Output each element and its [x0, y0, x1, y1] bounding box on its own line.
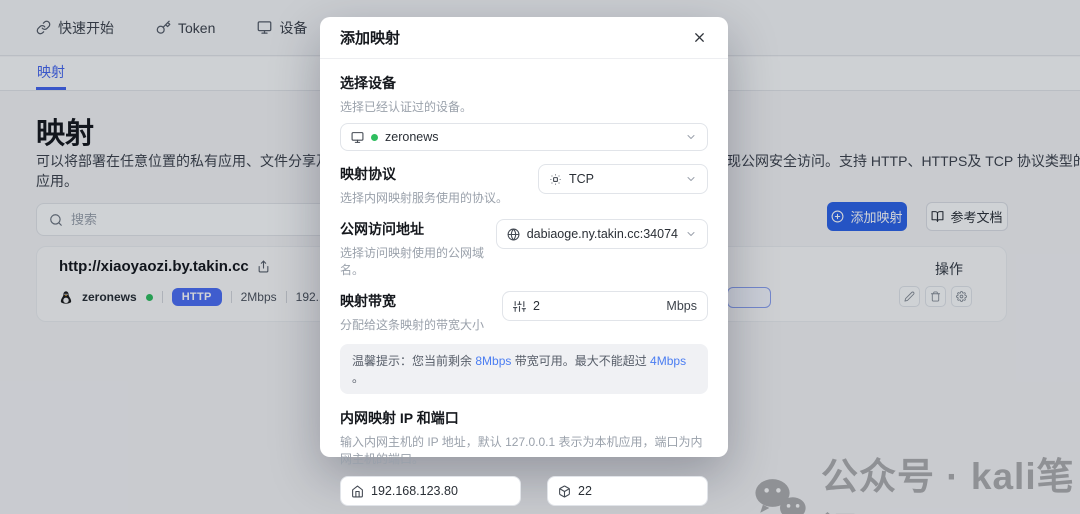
home-icon	[351, 485, 364, 498]
internal-ip-input[interactable]	[371, 484, 510, 498]
sliders-icon	[513, 300, 526, 313]
internal-port-input[interactable]	[578, 484, 697, 498]
notice-available-value: 8Mbps	[475, 354, 511, 368]
wechat-icon	[752, 477, 808, 514]
internal-section-label: 内网映射 IP 和端口	[340, 408, 708, 428]
domain-select-value: dabiaoge.ny.takin.cc:34074	[527, 227, 678, 241]
bandwidth-section-hint: 分配给这条映射的带宽大小	[340, 316, 484, 333]
add-mapping-modal: 添加映射 选择设备 选择已经认证过的设备。 zeronews 映射协议 选择内网…	[320, 17, 728, 457]
chevron-down-icon	[685, 173, 697, 185]
internal-port-wrap	[547, 476, 708, 506]
device-section-hint: 选择已经认证过的设备。	[340, 98, 708, 115]
port-box-icon	[558, 485, 571, 498]
watermark: 公众号 · kali笔记	[752, 446, 1080, 514]
device-select[interactable]: zeronews	[340, 123, 708, 151]
notice-text: 温馨提示：您当前剩余	[352, 354, 475, 368]
bandwidth-notice: 温馨提示：您当前剩余 8Mbps 带宽可用。最大不能超过 4Mbps 。	[340, 344, 708, 394]
protocol-select-value: TCP	[569, 172, 594, 186]
bandwidth-row: 映射带宽 分配给这条映射的带宽大小 Mbps	[340, 291, 708, 333]
internal-ip-wrap	[340, 476, 521, 506]
bandwidth-input-wrap: Mbps	[502, 291, 708, 321]
watermark-text: 公众号 · kali笔记	[821, 446, 1080, 514]
scan-square-icon	[549, 173, 562, 186]
notice-text: 。	[352, 371, 364, 385]
internal-section-hint: 输入内网主机的 IP 地址，默认 127.0.0.1 表示为本机应用，端口为内网…	[340, 433, 708, 467]
device-select-value: zeronews	[385, 130, 439, 144]
app-window: 快速开始 Token 设备 域名 映射 映射 可以将部署在任意位置的私有应用、文…	[0, 0, 1080, 514]
protocol-section-hint: 选择内网映射服务使用的协议。	[340, 189, 508, 206]
modal-title: 添加映射	[340, 27, 400, 48]
chevron-down-icon	[685, 228, 697, 240]
protocol-section-label: 映射协议	[340, 164, 508, 184]
protocol-select[interactable]: TCP	[538, 164, 708, 194]
monitor-icon	[351, 131, 364, 144]
bandwidth-unit: Mbps	[666, 299, 697, 313]
bandwidth-input[interactable]	[533, 299, 659, 313]
modal-header: 添加映射	[320, 17, 728, 59]
protocol-row: 映射协议 选择内网映射服务使用的协议。 TCP	[340, 164, 708, 206]
domain-section-hint: 选择访问映射使用的公网域名。	[340, 244, 496, 278]
domain-row: 公网访问地址 选择访问映射使用的公网域名。 dabiaoge.ny.takin.…	[340, 219, 708, 278]
online-status-dot	[371, 134, 378, 141]
domain-section-label: 公网访问地址	[340, 219, 496, 239]
domain-select[interactable]: dabiaoge.ny.takin.cc:34074	[496, 219, 708, 249]
bandwidth-section-label: 映射带宽	[340, 291, 484, 311]
globe-icon	[507, 228, 520, 241]
device-section-label: 选择设备	[340, 73, 708, 93]
notice-text: 带宽可用。最大不能超过	[511, 354, 650, 368]
close-icon[interactable]	[692, 30, 708, 46]
chevron-down-icon	[685, 131, 697, 143]
internal-inputs-row	[340, 476, 708, 506]
notice-max-value: 4Mbps	[650, 354, 686, 368]
modal-body: 选择设备 选择已经认证过的设备。 zeronews 映射协议 选择内网映射服务使…	[320, 59, 728, 506]
